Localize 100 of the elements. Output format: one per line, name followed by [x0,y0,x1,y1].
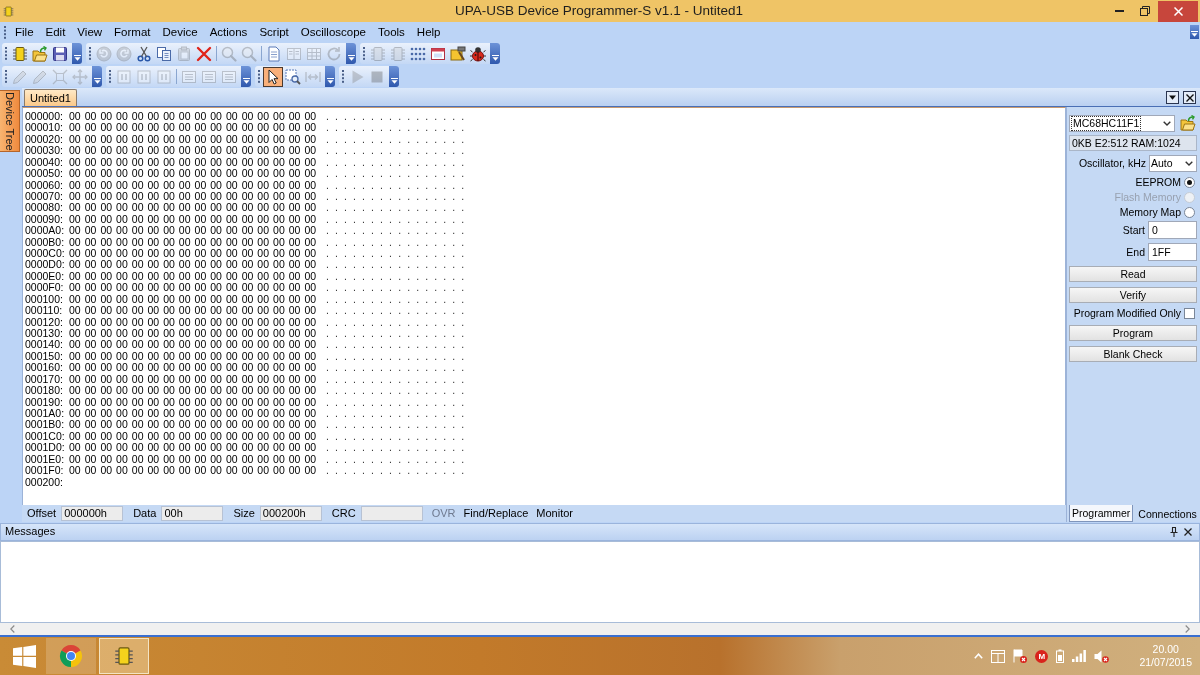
caret-icon [326,78,334,84]
radio-label: Memory Map [1119,205,1181,219]
hex-bytes: 00 00 00 00 00 00 00 00 00 00 00 00 00 00 00 00 [69,385,317,397]
menu-item[interactable]: Help [410,23,447,41]
overflow-button[interactable] [325,66,335,87]
hex-bytes: 00 00 00 00 00 00 00 00 00 00 00 00 00 00 00 00 [69,453,317,466]
row-address: 0001D0: [25,442,65,454]
ascii-text: ................ [326,145,471,157]
menu-item[interactable]: Script [253,23,295,41]
overflow-button[interactable] [389,66,399,87]
restore-icon [1140,6,1150,16]
toolbar-button[interactable] [283,66,303,87]
end-field[interactable]: 1FF [1148,243,1197,261]
align-icon [221,68,237,85]
field-label: Start [1122,223,1145,237]
refresh-icon [326,45,342,62]
menu-item[interactable]: Oscilloscope [294,23,372,41]
overflow-button[interactable] [92,66,102,87]
row-address: 000080: [25,202,63,214]
overflow-button[interactable] [490,43,500,64]
ascii-text: ................ [326,293,471,306]
start-field[interactable]: 0 [1148,221,1197,239]
hex-bytes: 00 00 00 00 00 00 00 00 00 00 00 00 00 00 00 00 [69,373,317,386]
clock-date: 21/07/2015 [1139,656,1192,669]
pencil-icon [32,68,48,85]
oscillator-select[interactable]: Auto [1149,155,1197,172]
caret-icon [73,55,81,61]
status-field: 000200h [259,506,322,521]
caret-icon [93,78,101,84]
chip-icon [370,45,386,62]
ascii-text: ................ [326,442,471,454]
field-label: End [1126,245,1145,259]
radio-button[interactable] [1184,206,1195,218]
tab-list-button[interactable] [1166,91,1179,104]
menu-item[interactable]: Tools [372,23,411,41]
toolbar-button[interactable] [448,43,468,64]
scissors-icon [136,45,152,62]
menu-item[interactable]: Edit [39,23,72,41]
row-address: 000040: [25,156,63,169]
clock-time: 20.00 [1152,643,1179,656]
row-address: 000150: [25,350,63,363]
ascii-text: ................ [326,328,471,340]
overflow-button[interactable] [241,66,251,87]
row-address: 0001C0: [25,430,65,443]
row-address: 000100: [25,293,63,306]
device-select[interactable]: MC68HC11F1 [1069,114,1175,132]
close-button[interactable] [1183,91,1196,104]
menu-item[interactable]: Format [108,23,157,41]
action-button[interactable]: Program [1069,325,1197,341]
hex-bytes: 00 00 00 00 00 00 00 00 00 00 00 00 00 00 00 00 [69,225,317,237]
panel-tab[interactable]: Connections [1135,505,1200,522]
row-address: 0000C0: [25,248,65,260]
row-address: 000010: [25,122,63,134]
hex-bytes: 00 00 00 00 00 00 00 00 00 00 00 00 00 00 00 00 [69,430,317,443]
browser-icon [59,644,83,668]
tray-app-badge[interactable]: M [1035,649,1049,663]
overflow-button[interactable] [72,43,82,64]
panel-tab[interactable]: Programmer [1069,505,1134,522]
ascii-text: ................ [326,190,471,203]
window-icon [430,45,446,62]
taskbar-button[interactable] [99,638,149,674]
overflow-button[interactable] [346,43,356,64]
menu-item[interactable]: Actions [203,23,254,41]
checkbox[interactable] [1184,307,1195,319]
ascii-text: ................ [326,305,471,317]
ascii-text: ................ [326,225,471,237]
chip-icon [12,45,28,62]
ascii-text: ................ [326,385,471,397]
hex-bytes: 00 00 00 00 00 00 00 00 00 00 00 00 00 00 00 00 [69,213,317,226]
menu-item[interactable]: View [71,23,109,41]
overflow-button[interactable] [1190,25,1199,39]
window-icon [991,649,1006,663]
close-icon [1184,528,1192,536]
folder-button[interactable] [1179,114,1197,132]
ascii-text: ................ [326,202,471,214]
chip-icon [390,45,406,62]
hex-bytes: 00 00 00 00 00 00 00 00 00 00 00 00 00 00 00 00 [69,282,317,294]
action-button[interactable]: Verify [1069,287,1197,303]
caret-icon [491,55,499,61]
ascii-text: ................ [326,419,471,431]
copy-icon [156,45,172,62]
horizontal-scrollbar[interactable] [0,623,1200,637]
hex-bytes: 00 00 00 00 00 00 00 00 00 00 00 00 00 00 00 00 [69,111,317,123]
hex-bytes: 00 00 00 00 00 00 00 00 00 00 00 00 00 00 00 00 [69,122,317,134]
menu-item[interactable]: Device [156,23,204,41]
side-panel-tab[interactable]: Device Tree [0,90,20,152]
radio-button[interactable] [1184,176,1195,188]
caret-icon [1169,95,1176,100]
action-button[interactable]: Read [1069,266,1197,282]
ascii-text: ................ [326,259,471,271]
row-address: 0000F0: [25,282,64,294]
toolbar-button[interactable] [263,66,283,87]
cross-icon [196,45,212,62]
oscillator-label: Oscillator, kHz [1078,157,1146,170]
menu-item[interactable]: File [9,23,40,41]
hex-bytes: 00 00 00 00 00 00 00 00 00 00 00 00 00 00 00 00 [69,396,317,408]
action-button[interactable]: Blank Check [1069,346,1197,362]
document-tab[interactable]: Untited1 [24,89,77,106]
taskbar-button[interactable] [46,638,96,674]
zoom-icon [285,68,301,85]
